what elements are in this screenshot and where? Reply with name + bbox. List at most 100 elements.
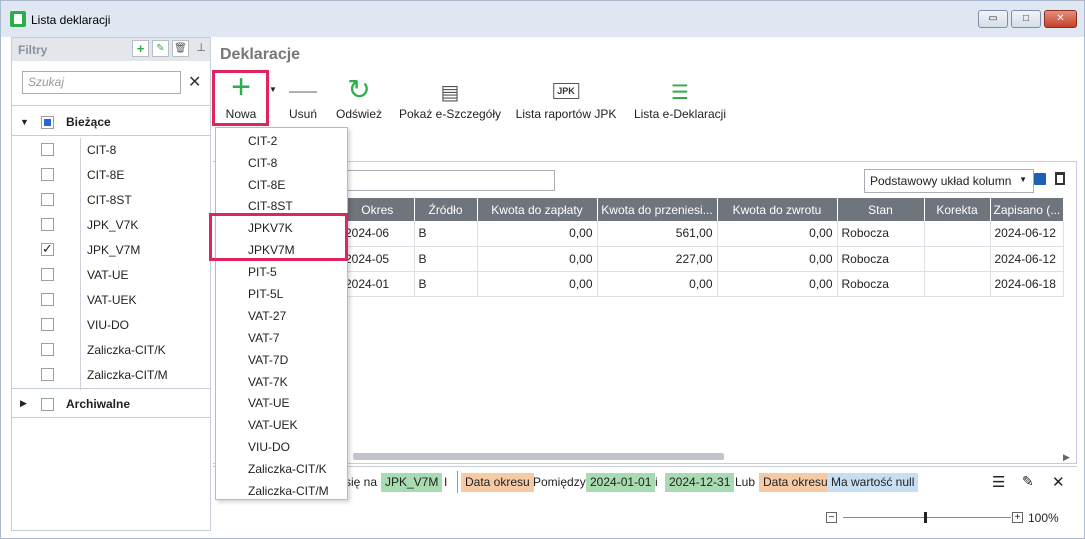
refresh-button[interactable]: ↻ Odśwież bbox=[334, 73, 384, 125]
filter-value-chip[interactable]: 2024-01-01 bbox=[586, 473, 656, 492]
scroll-right-icon[interactable]: ▶ bbox=[1063, 452, 1070, 463]
zoom-slider-thumb[interactable] bbox=[924, 512, 927, 523]
filter-search-input[interactable]: Szukaj bbox=[22, 71, 181, 94]
tree-item[interactable]: VAT-UE bbox=[12, 263, 210, 287]
item-checkbox[interactable] bbox=[41, 143, 54, 156]
menu-item[interactable]: VAT-7D bbox=[248, 353, 288, 367]
close-filter-icon[interactable]: ✕ bbox=[1052, 473, 1065, 491]
column-header[interactable]: Kwota do zwrotu bbox=[717, 198, 838, 221]
item-checkbox[interactable] bbox=[41, 168, 54, 181]
zoom-out-button[interactable]: − bbox=[826, 512, 837, 523]
item-checkbox[interactable] bbox=[41, 318, 54, 331]
menu-item[interactable]: CIT-8ST bbox=[248, 199, 293, 213]
item-checkbox[interactable] bbox=[41, 293, 54, 306]
item-label: Zaliczka-CIT/K bbox=[87, 343, 166, 357]
menu-item[interactable]: CIT-2 bbox=[248, 134, 277, 148]
item-label: VAT-UE bbox=[87, 268, 129, 282]
column-header[interactable]: Kwota do przeniesi... bbox=[597, 198, 718, 221]
item-checkbox[interactable] bbox=[41, 241, 54, 257]
table-cell: Robocza bbox=[837, 246, 925, 272]
tree-item[interactable]: Zaliczka-CIT/K bbox=[12, 338, 210, 362]
show-details-label: Pokaż e-Szczegóły bbox=[398, 107, 502, 121]
clear-search-icon[interactable]: ✕ bbox=[188, 72, 201, 92]
delete-button[interactable]: — Usuń bbox=[284, 73, 322, 125]
pin-icon[interactable]: ⊥ bbox=[196, 41, 206, 54]
tree-item[interactable]: VAT-UEK bbox=[12, 288, 210, 312]
zoom-slider[interactable] bbox=[843, 517, 1011, 518]
zoom-in-button[interactable]: + bbox=[1012, 512, 1023, 523]
tree-item[interactable]: JPK_V7K bbox=[12, 213, 210, 237]
tree-item[interactable]: JPK_V7M bbox=[12, 238, 210, 262]
minimize-button[interactable]: ▭ bbox=[978, 10, 1008, 28]
item-checkbox[interactable] bbox=[41, 218, 54, 231]
table-row[interactable]: 2024-05 B 0,00 227,00 0,00 Robocza 2024-… bbox=[341, 246, 1065, 272]
menu-item[interactable]: Zaliczka-CIT/M bbox=[248, 484, 329, 498]
delete-filter-icon[interactable]: 🗑 bbox=[172, 40, 189, 57]
highlight-new bbox=[212, 70, 269, 126]
menu-item[interactable]: PIT-5L bbox=[248, 287, 283, 301]
collapse-arrow-icon[interactable]: ▼ bbox=[20, 117, 29, 127]
tree-item[interactable]: CIT-8 bbox=[12, 138, 210, 162]
close-button[interactable]: ✕ bbox=[1044, 10, 1077, 28]
save-icon[interactable] bbox=[1034, 173, 1046, 185]
filter-field-chip[interactable]: Data okresu bbox=[759, 473, 832, 492]
jpk-reports-label: Lista raportów JPK bbox=[515, 107, 617, 121]
menu-item[interactable]: CIT-8E bbox=[248, 178, 285, 192]
tree-item[interactable]: CIT-8ST bbox=[12, 188, 210, 212]
app-window: Lista deklaracji ▭ □ ✕ Filtry + ✎ 🗑 ⊥ Sz… bbox=[0, 0, 1085, 539]
filter-value-chip[interactable]: JPK_V7M bbox=[381, 473, 443, 492]
table-cell: Robocza bbox=[837, 221, 925, 247]
maximize-button[interactable]: □ bbox=[1011, 10, 1041, 28]
column-header[interactable]: Zapisano (... bbox=[990, 198, 1065, 221]
show-details-button[interactable]: ▤ Pokaż e-Szczegóły bbox=[397, 73, 503, 125]
layout-select[interactable]: Podstawowy układ kolumn ▼ bbox=[864, 169, 1034, 193]
menu-icon[interactable]: ☰ bbox=[992, 473, 1005, 491]
group-checkbox[interactable] bbox=[41, 116, 54, 129]
table-row[interactable]: 2024-01 B 0,00 0,00 0,00 Robocza 2024-06… bbox=[341, 271, 1065, 297]
table-row[interactable]: 2024-06 B 0,00 561,00 0,00 Robocza 2024-… bbox=[341, 221, 1065, 247]
menu-item[interactable]: VAT-7K bbox=[248, 375, 288, 389]
column-header[interactable]: Okres bbox=[341, 198, 415, 221]
item-label: JPK_V7M bbox=[87, 243, 141, 257]
tree-item[interactable]: CIT-8E bbox=[12, 163, 210, 187]
menu-item[interactable]: Zaliczka-CIT/K bbox=[248, 462, 327, 476]
tree-item[interactable]: Zaliczka-CIT/M bbox=[12, 363, 210, 387]
pencil-icon[interactable]: ✎ bbox=[1022, 473, 1034, 490]
menu-item[interactable]: PIT-5 bbox=[248, 265, 277, 279]
menu-item[interactable]: VAT-27 bbox=[248, 309, 286, 323]
menu-item[interactable]: VAT-7 bbox=[248, 331, 280, 345]
column-header[interactable]: Stan bbox=[837, 198, 925, 221]
item-checkbox[interactable] bbox=[41, 368, 54, 381]
column-header[interactable]: Źródło bbox=[414, 198, 478, 221]
filter-operator: I bbox=[444, 475, 448, 489]
menu-item[interactable]: VIU-DO bbox=[248, 440, 290, 454]
grid-search-input[interactable] bbox=[341, 170, 555, 191]
tree-group-current[interactable]: ▼ Bieżące bbox=[12, 110, 210, 134]
edeclarations-button[interactable]: ☰ Lista e-Deklaracji bbox=[631, 73, 729, 125]
menu-item[interactable]: VAT-UE bbox=[248, 396, 290, 410]
add-filter-icon[interactable]: + bbox=[132, 40, 149, 57]
group-checkbox[interactable] bbox=[41, 398, 54, 411]
jpk-reports-button[interactable]: JPK Lista raportów JPK bbox=[513, 73, 619, 125]
trash-icon[interactable] bbox=[1055, 172, 1065, 185]
tree-item[interactable]: VIU-DO bbox=[12, 313, 210, 337]
menu-item[interactable]: CIT-8 bbox=[248, 156, 277, 170]
edit-filter-icon[interactable]: ✎ bbox=[152, 40, 169, 57]
table-cell bbox=[924, 246, 991, 272]
filter-value-chip[interactable]: 2024-12-31 bbox=[665, 473, 735, 492]
expand-arrow-icon[interactable]: ▶ bbox=[20, 398, 27, 409]
horizontal-scrollbar[interactable] bbox=[353, 453, 724, 460]
tree-group-archived[interactable]: ▶ Archiwalne bbox=[12, 392, 210, 416]
table-cell: 227,00 bbox=[597, 246, 718, 272]
column-header[interactable]: Korekta bbox=[924, 198, 991, 221]
new-dropdown-arrow-icon[interactable]: ▼ bbox=[269, 85, 277, 94]
item-checkbox[interactable] bbox=[41, 343, 54, 356]
filter-condition-chip[interactable]: Ma wartość null bbox=[827, 473, 919, 492]
table-cell: 561,00 bbox=[597, 221, 718, 247]
menu-item[interactable]: VAT-UEK bbox=[248, 418, 298, 432]
item-checkbox[interactable] bbox=[41, 193, 54, 206]
item-checkbox[interactable] bbox=[41, 268, 54, 281]
filter-field-chip[interactable]: Data okresu bbox=[461, 473, 534, 492]
filter-operator: i bbox=[655, 475, 658, 489]
column-header[interactable]: Kwota do zapłaty bbox=[477, 198, 598, 221]
